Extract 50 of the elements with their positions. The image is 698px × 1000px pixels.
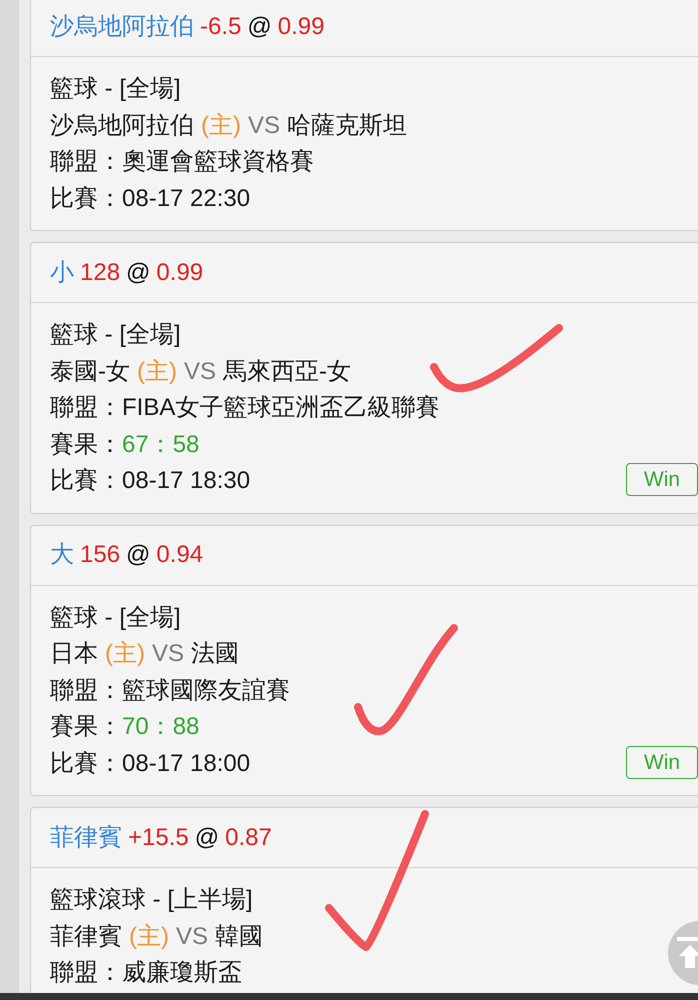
sport-label: 籃球 - [全場] [50, 602, 181, 632]
home-tag: (主) [201, 108, 241, 144]
league-text: 聯盟：籃球國際友誼賽 [50, 676, 290, 706]
sport-label: 籃球 - [全場] [50, 74, 181, 104]
handicap-value: 156 [80, 540, 120, 570]
at-sign: @ [126, 540, 150, 570]
sport-label: 籃球 - [全場] [50, 320, 181, 350]
team-name: 日本 [50, 639, 98, 669]
score-text: 70：88 [122, 712, 200, 742]
at-sign: @ [247, 12, 272, 42]
odds-value: 0.94 [156, 540, 204, 570]
odds-value: 0.99 [156, 258, 204, 288]
team-name: 韓國 [215, 922, 263, 952]
league-text: 聯盟：FIBA女子籃球亞洲盃乙級聯賽 [50, 393, 440, 423]
match-time: 比賽：08-17 18:00 [50, 748, 250, 778]
team-name: 哈薩克斯坦 [287, 110, 407, 140]
selection-name: 菲律賓 [50, 822, 122, 852]
team-name: 泰國-女 [50, 356, 130, 386]
selection-name: 小 [50, 258, 74, 288]
at-sign: @ [126, 258, 150, 288]
home-tag: (主) [137, 354, 177, 390]
win-badge: Win [626, 463, 698, 496]
odds-value: 0.87 [225, 822, 272, 852]
win-badge: Win [626, 746, 698, 778]
match-time: 比賽：08-17 18:30 [50, 466, 250, 496]
team-name: 沙烏地阿拉伯 [50, 110, 194, 140]
sport-label: 籃球滾球 - [上半場] [50, 885, 253, 915]
handicap-value: -6.5 [200, 12, 242, 42]
vs-label: VS [152, 639, 184, 669]
team-name: 菲律賓 [50, 922, 122, 952]
result-label: 賽果： [50, 430, 122, 460]
handicap-value: 128 [80, 258, 120, 288]
vs-label: VS [176, 922, 208, 952]
league-text: 聯盟：奧運會籃球資格賽 [50, 147, 314, 177]
league-text: 聯盟：威廉瓊斯盃 [50, 958, 242, 988]
odds-value: 0.99 [278, 12, 324, 42]
handicap-value: +15.5 [128, 822, 189, 852]
home-tag: (主) [129, 918, 169, 955]
vs-label: VS [184, 356, 216, 386]
team-name: 法國 [191, 639, 239, 669]
selection-name: 沙烏地阿拉伯 [50, 12, 194, 42]
team-name: 馬來西亞-女 [223, 356, 351, 386]
result-label: 賽果： [50, 712, 122, 742]
at-sign: @ [194, 822, 220, 852]
home-tag: (主) [105, 636, 145, 672]
score-text: 67：58 [122, 430, 200, 460]
back-to-top-icon[interactable] [667, 920, 698, 986]
selection-name: 大 [50, 540, 74, 570]
match-time: 比賽：08-17 22:30 [50, 184, 250, 214]
vs-label: VS [248, 110, 280, 140]
